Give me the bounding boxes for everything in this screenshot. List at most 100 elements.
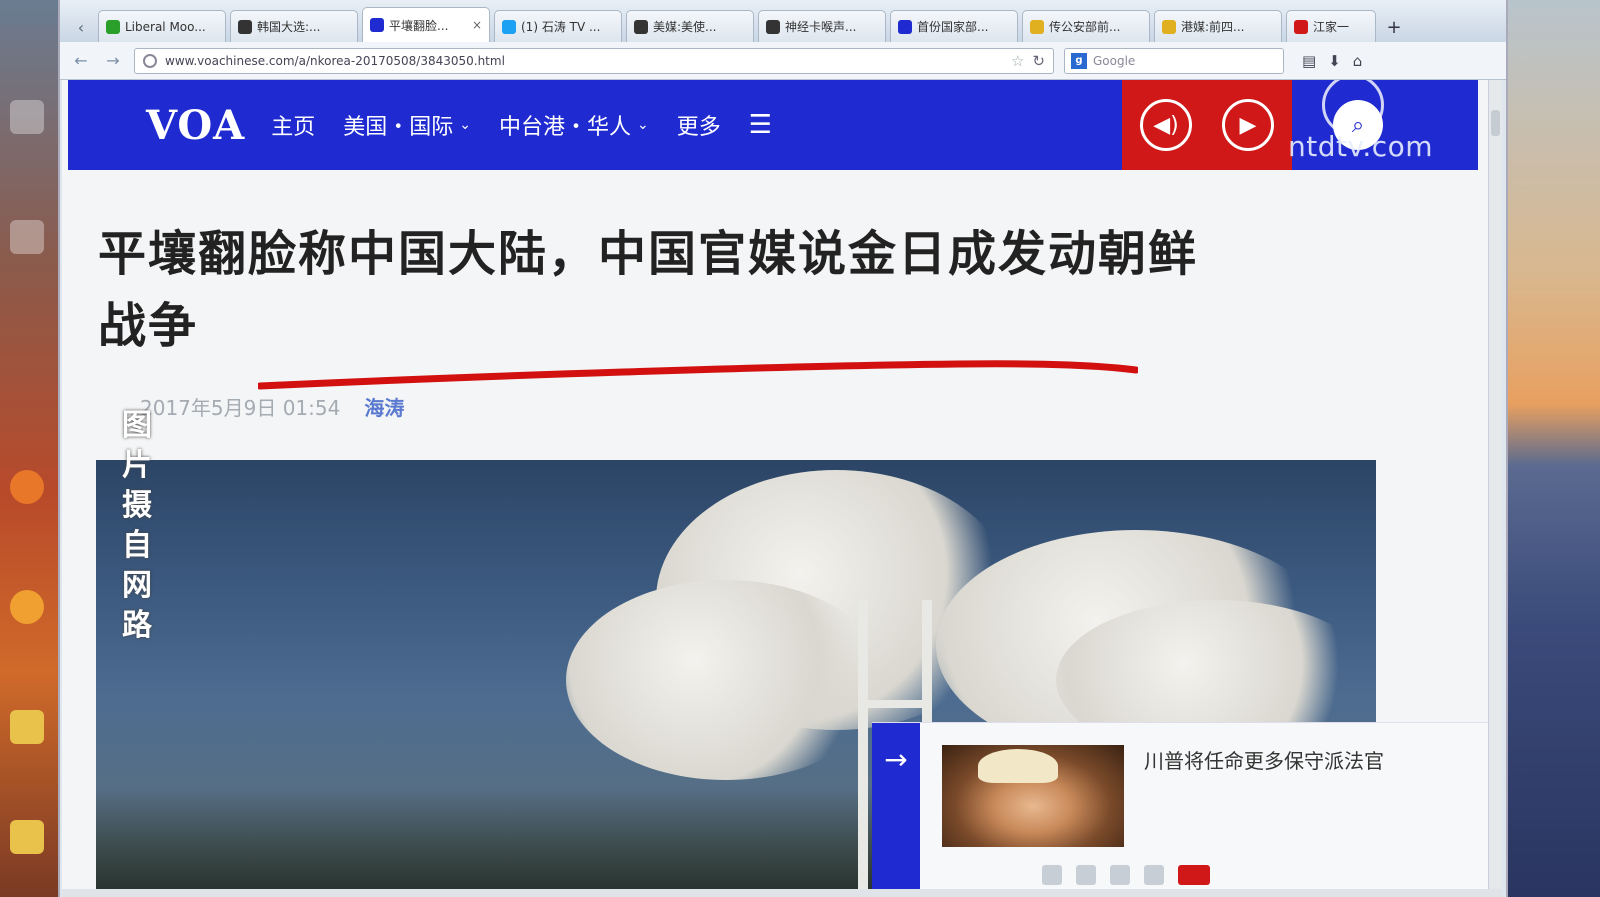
search-placeholder: Google xyxy=(1093,53,1136,68)
desktop-left-edge xyxy=(0,0,58,897)
audio-speaker-icon[interactable]: ◀) xyxy=(1140,99,1192,151)
desktop-icon-folder[interactable] xyxy=(4,820,50,857)
photo-credit: 图片摄自网路 xyxy=(122,408,152,643)
tab-label: 传公安部前... xyxy=(1049,20,1121,34)
tab[interactable]: (1) 石涛 TV ... xyxy=(494,10,622,42)
horizontal-scrollbar[interactable] xyxy=(62,889,1502,897)
tab[interactable]: 传公安部前... xyxy=(1022,10,1150,42)
tab-label: 首份国家部... xyxy=(917,20,989,34)
vertical-scrollbar[interactable] xyxy=(1488,80,1502,897)
back-arrow-icon[interactable]: ← xyxy=(70,51,92,70)
page-viewport: VOA 主页 美国・国际 ⌄ 中台港・华人 ⌄ 更多 ☰ ◀) ▶ ⌕ ntdt… xyxy=(62,80,1502,897)
desktop-right-edge xyxy=(1508,0,1600,897)
tab-label: 韩国大选:... xyxy=(257,20,321,34)
nav-toolbar: ← → www.voachinese.com/a/nkorea-20170508… xyxy=(60,42,1506,80)
nav-label: 更多 xyxy=(676,115,721,140)
nav-item-china-chinese[interactable]: 中台港・华人 ⌄ xyxy=(499,109,649,141)
hamburger-menu-icon[interactable]: ☰ xyxy=(749,110,772,140)
tab-favicon-icon xyxy=(898,19,912,34)
tray-icon[interactable] xyxy=(1144,865,1164,885)
ntd-watermark: ntdtv.com xyxy=(1288,130,1434,163)
tab[interactable]: 江家一 xyxy=(1286,10,1376,42)
nav-item-more[interactable]: 更多 xyxy=(677,109,721,141)
bridge-crossbeam xyxy=(858,700,932,708)
nav-label: 主页 xyxy=(271,115,316,140)
new-tab-button[interactable]: + xyxy=(1380,12,1408,42)
tab[interactable]: 美媒:美使... xyxy=(626,10,754,42)
tray-icon-red[interactable] xyxy=(1178,865,1210,885)
desktop-icon-video[interactable] xyxy=(4,590,50,627)
tab[interactable]: 韩国大选:... xyxy=(230,10,358,42)
tab-label: (1) 石涛 TV ... xyxy=(521,20,601,34)
tray-icon[interactable] xyxy=(1076,865,1096,885)
tab-favicon-icon xyxy=(1162,19,1176,34)
tab-scroll-left-icon[interactable]: ‹ xyxy=(68,12,94,42)
related-thumbnail[interactable] xyxy=(942,745,1124,847)
tab-favicon-icon xyxy=(634,19,648,34)
reader-icon[interactable]: ▤ xyxy=(1302,52,1316,70)
tab[interactable]: 首份国家部... xyxy=(890,10,1018,42)
reload-icon[interactable]: ↻ xyxy=(1032,52,1045,70)
tab-favicon-icon xyxy=(766,19,780,34)
nav-label: 中台港・华人 xyxy=(498,115,631,140)
browser-window: ‹ Liberal Moo... 韩国大选:... 平壤翻脸... × (1) … xyxy=(58,0,1508,897)
site-header: VOA 主页 美国・国际 ⌄ 中台港・华人 ⌄ 更多 ☰ ◀) ▶ ⌕ ntdt… xyxy=(68,80,1478,170)
tab-label: 平壤翻脸... xyxy=(389,18,449,33)
media-controls: ◀) ▶ xyxy=(1122,80,1292,170)
tab-favicon-icon xyxy=(1030,19,1044,34)
desktop-icon-folder[interactable] xyxy=(4,710,50,747)
bridge-tower xyxy=(858,600,868,897)
related-headline[interactable]: 川普将任命更多保守派法官 xyxy=(1144,745,1384,774)
tab-label: 港媒:前四... xyxy=(1181,20,1245,34)
cloud-shape xyxy=(566,580,886,780)
red-underline-annotation xyxy=(258,360,1138,390)
nav-item-us-intl[interactable]: 美国・国际 ⌄ xyxy=(343,109,471,141)
desktop-icon[interactable] xyxy=(4,100,50,137)
tab[interactable]: 港媒:前四... xyxy=(1154,10,1282,42)
status-icons xyxy=(1042,865,1210,885)
forward-arrow-icon[interactable]: → xyxy=(102,51,124,70)
tab[interactable]: Liberal Moo... xyxy=(98,10,226,42)
download-icon[interactable]: ⬇ xyxy=(1328,52,1341,70)
address-bar[interactable]: www.voachinese.com/a/nkorea-20170508/384… xyxy=(134,47,1054,74)
url-text: www.voachinese.com/a/nkorea-20170508/384… xyxy=(165,53,505,68)
tab-label: 江家一 xyxy=(1313,20,1350,34)
bookmark-star-icon[interactable]: ☆ xyxy=(1011,52,1024,70)
tab-favicon-icon xyxy=(106,19,120,34)
desktop-icon-firefox[interactable] xyxy=(4,470,50,507)
toolbar-icons: ▤ ⬇ ⌂ xyxy=(1302,52,1362,70)
tab-bar: ‹ Liberal Moo... 韩国大选:... 平壤翻脸... × (1) … xyxy=(60,0,1506,42)
scrollbar-thumb[interactable] xyxy=(1491,110,1500,136)
article-meta: 2017年5月9日 01:54 海涛 xyxy=(140,392,404,421)
site-nav: 主页 美国・国际 ⌄ 中台港・华人 ⌄ 更多 ☰ xyxy=(271,109,772,141)
search-engine-icon[interactable]: g xyxy=(1071,52,1087,69)
tab-favicon-icon xyxy=(238,19,252,34)
arrow-right-icon[interactable]: → xyxy=(872,723,920,897)
tab-label: 神经卡喉声... xyxy=(785,20,857,34)
related-article-popup[interactable]: → 川普将任命更多保守派法官 xyxy=(872,722,1492,897)
tab-close-icon[interactable]: × xyxy=(472,18,482,32)
article-date: 2017年5月9日 01:54 xyxy=(140,396,341,420)
tab-label: Liberal Moo... xyxy=(125,19,206,34)
tab-active[interactable]: 平壤翻脸... × xyxy=(362,7,490,42)
tray-icon[interactable] xyxy=(1110,865,1130,885)
tab-favicon-icon xyxy=(370,18,384,32)
tab[interactable]: 神经卡喉声... xyxy=(758,10,886,42)
search-box[interactable]: g Google xyxy=(1064,47,1284,74)
article-title-line2: 战争 xyxy=(98,298,199,354)
desktop-icon[interactable] xyxy=(4,220,50,257)
tray-icon[interactable] xyxy=(1042,865,1062,885)
nav-item-home[interactable]: 主页 xyxy=(271,109,315,141)
video-play-icon[interactable]: ▶ xyxy=(1222,99,1274,151)
site-identity-icon[interactable] xyxy=(143,53,157,68)
home-icon[interactable]: ⌂ xyxy=(1353,52,1363,70)
chevron-down-icon: ⌄ xyxy=(459,117,471,133)
tab-favicon-icon xyxy=(1294,19,1308,34)
voa-logo[interactable]: VOA xyxy=(146,102,245,149)
article-title-line1: 平壤翻脸称中国大陆，中国官媒说金日成发动朝鲜 xyxy=(98,226,1199,282)
article-title: 平壤翻脸称中国大陆，中国官媒说金日成发动朝鲜 战争 xyxy=(98,218,1348,362)
article-author[interactable]: 海涛 xyxy=(364,392,404,421)
chevron-down-icon: ⌄ xyxy=(637,117,649,133)
nav-label: 美国・国际 xyxy=(343,115,454,140)
tab-favicon-icon xyxy=(502,19,516,34)
